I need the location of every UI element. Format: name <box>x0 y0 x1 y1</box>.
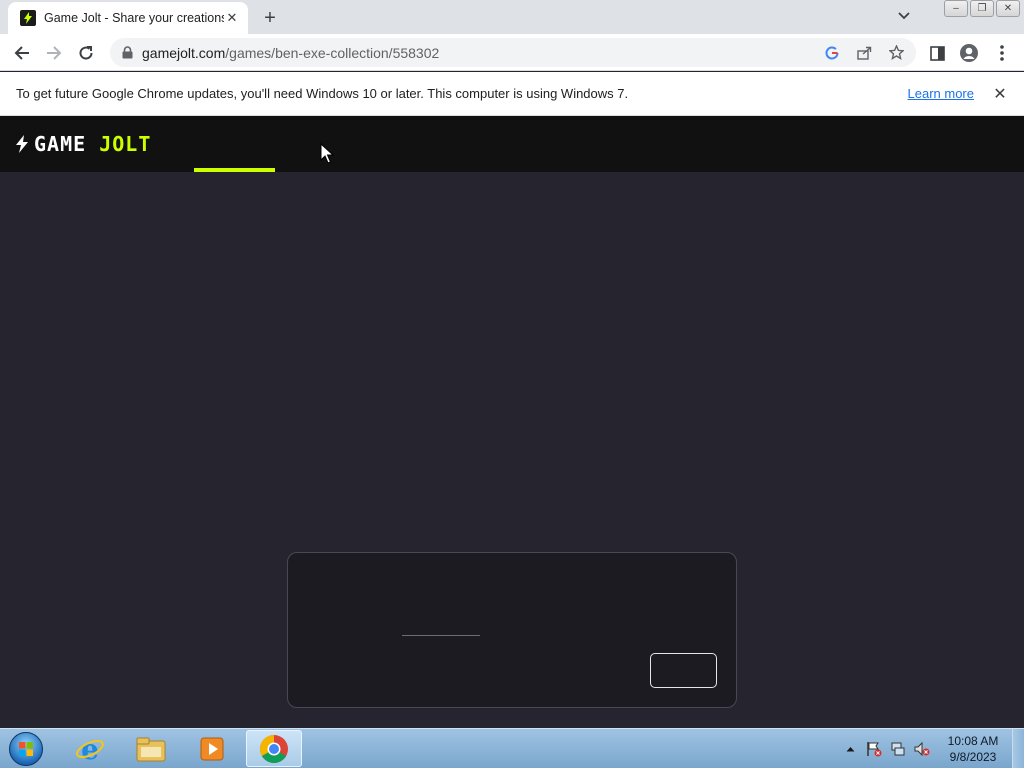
side-panel-icon <box>929 45 945 61</box>
profile-avatar-icon <box>960 44 978 62</box>
back-button[interactable] <box>9 40 35 66</box>
gamejolt-logo[interactable]: GAME JOLT <box>14 134 151 154</box>
start-button[interactable] <box>6 731 46 767</box>
reload-button[interactable] <box>73 40 99 66</box>
svg-text:e: e <box>81 734 99 764</box>
volume-muted-icon[interactable] <box>914 741 930 757</box>
dialog-placeholder-line <box>402 635 480 636</box>
dialog-button[interactable] <box>650 653 717 688</box>
show-hidden-icons-icon[interactable] <box>842 741 858 757</box>
forward-arrow-icon <box>47 46 62 60</box>
logo-word-game: GAME <box>34 132 87 156</box>
lightning-bolt-icon <box>16 135 28 153</box>
clock-date: 9/8/2023 <box>949 750 997 764</box>
internet-explorer-taskbar-button[interactable]: e <box>62 730 118 767</box>
start-orb <box>9 732 43 766</box>
taskbar-clock[interactable]: 10:08 AM 9/8/2023 <box>940 733 1006 765</box>
learn-more-link[interactable]: Learn more <box>908 86 974 101</box>
profile-button[interactable] <box>956 40 982 66</box>
chrome-menu-button[interactable] <box>989 40 1015 66</box>
clock-time: 10:08 AM <box>947 734 999 748</box>
gamejolt-favicon-icon <box>20 10 36 26</box>
logo-text: GAME JOLT <box>34 134 151 154</box>
network-icon[interactable] <box>890 741 906 757</box>
window-controls: – ❐ ✕ <box>944 0 1020 17</box>
infobar-message: To get future Google Chrome updates, you… <box>16 86 629 101</box>
lock-icon[interactable] <box>122 46 134 60</box>
loading-dialog <box>287 552 737 708</box>
forward-button[interactable] <box>41 40 67 66</box>
tab-strip: Game Jolt - Share your creations ✕ + – ❐… <box>0 0 1024 34</box>
system-tray <box>842 735 930 763</box>
google-lens-icon[interactable] <box>822 43 842 63</box>
show-desktop-button[interactable] <box>1012 729 1024 768</box>
windows-explorer-taskbar-button[interactable] <box>123 730 179 767</box>
windows-logo-icon <box>19 742 33 756</box>
address-bar[interactable]: gamejolt.com/games/ben-exe-collection/55… <box>110 38 916 67</box>
tab-close-icon[interactable]: ✕ <box>224 10 240 26</box>
url-text: gamejolt.com/games/ben-exe-collection/55… <box>142 45 822 61</box>
mouse-cursor-icon <box>320 143 334 164</box>
url-host: gamejolt.com <box>142 44 226 61</box>
new-tab-button[interactable]: + <box>258 6 282 30</box>
url-path: /games/ben-exe-collection/558302 <box>225 44 440 61</box>
tab-title: Game Jolt - Share your creations <box>44 11 224 25</box>
kebab-menu-icon <box>1000 45 1004 61</box>
browser-tab[interactable]: Game Jolt - Share your creations ✕ <box>8 2 248 34</box>
chrome-icon <box>260 734 288 763</box>
media-player-taskbar-button[interactable] <box>184 730 240 767</box>
infobar-close-icon[interactable]: ✕ <box>990 84 1010 104</box>
side-panel-button[interactable] <box>924 40 950 66</box>
tab-search-chevron-icon[interactable] <box>894 6 914 26</box>
media-player-icon <box>200 737 224 760</box>
update-infobar: To get future Google Chrome updates, you… <box>0 72 1024 116</box>
action-center-flag-icon[interactable] <box>866 741 882 757</box>
site-header <box>0 116 1024 172</box>
minimize-button[interactable]: – <box>944 0 968 17</box>
windows-explorer-icon <box>136 737 166 761</box>
internet-explorer-icon: e <box>76 734 104 764</box>
reload-icon <box>79 46 93 60</box>
share-icon[interactable] <box>854 43 874 63</box>
browser-toolbar: gamejolt.com/games/ben-exe-collection/55… <box>0 34 1024 71</box>
bookmark-star-icon[interactable] <box>886 43 906 63</box>
close-window-button[interactable]: ✕ <box>996 0 1020 17</box>
logo-word-jolt: JOLT <box>99 132 152 156</box>
back-arrow-icon <box>14 46 29 60</box>
restore-button[interactable]: ❐ <box>970 0 994 17</box>
chrome-taskbar-button[interactable] <box>246 730 302 767</box>
